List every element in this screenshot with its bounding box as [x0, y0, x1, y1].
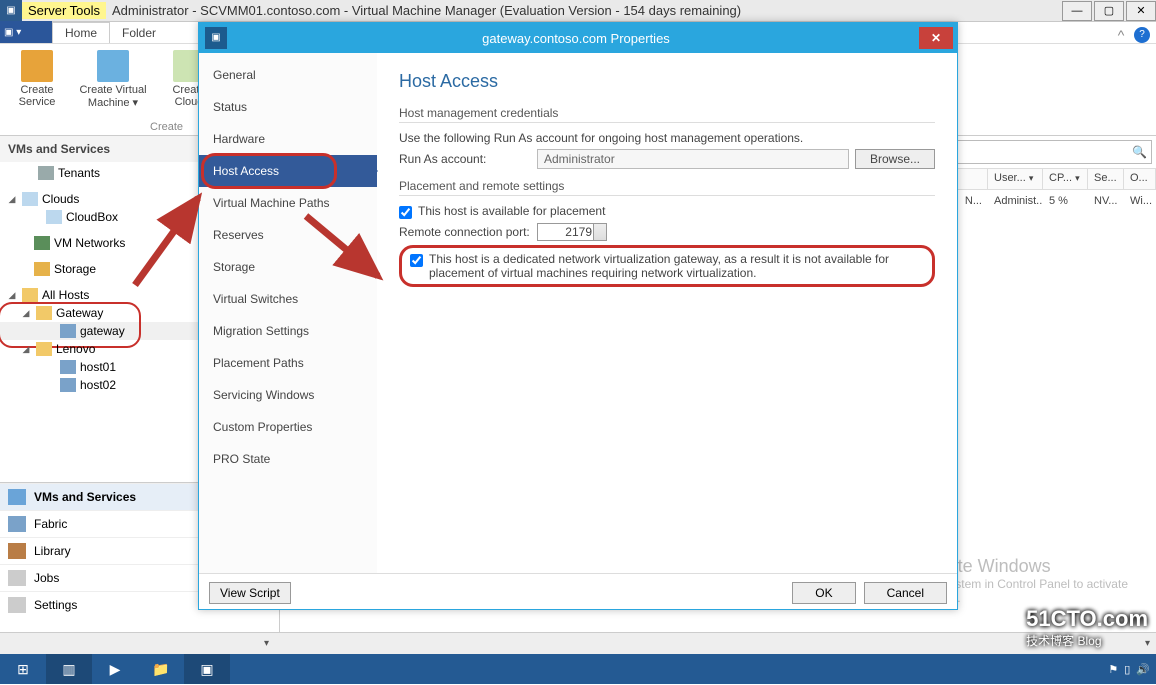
- folder-icon: [36, 306, 52, 320]
- nav-splitter-icon[interactable]: ▾: [264, 638, 269, 649]
- placement-checkbox[interactable]: [399, 206, 412, 219]
- server-tools-tag: Server Tools: [22, 2, 106, 19]
- dialog-icon: ▣: [205, 27, 227, 49]
- credentials-desc: Use the following Run As account for ong…: [399, 131, 935, 145]
- storage-icon: [34, 262, 50, 276]
- taskbar: ⊞ ▥ ▶ 📁 ▣ ⚑ ▯ 🔊: [0, 654, 1156, 684]
- network-icon: [34, 236, 50, 250]
- tab-folder[interactable]: Folder: [110, 23, 168, 43]
- start-button[interactable]: ⊞: [0, 654, 46, 684]
- task-servermgr[interactable]: ▥: [46, 654, 92, 684]
- task-powershell[interactable]: ▶: [92, 654, 138, 684]
- cancel-button[interactable]: Cancel: [864, 582, 947, 604]
- window-title: Administrator - SCVMM01.contoso.com - Vi…: [106, 3, 1060, 18]
- host-icon: [60, 360, 76, 374]
- col-os[interactable]: O...: [1124, 169, 1156, 189]
- app-icon: ▣: [0, 0, 22, 22]
- help-icon[interactable]: ?: [1134, 27, 1150, 43]
- dialog-title: gateway.contoso.com Properties: [233, 31, 919, 46]
- host-icon: [60, 378, 76, 392]
- dnav-reserves[interactable]: Reserves: [199, 219, 377, 251]
- dnav-placement-paths[interactable]: Placement Paths: [199, 347, 377, 379]
- settings-icon: [8, 597, 26, 613]
- site-watermark: 51CTO.com 技术博客 Blog: [1026, 606, 1148, 649]
- host-icon: [60, 324, 76, 338]
- search-icon: 🔍: [1132, 145, 1147, 159]
- properties-dialog: ▣ gateway.contoso.com Properties ✕ Gener…: [198, 22, 958, 610]
- expand-ribbon-icon[interactable]: ^: [1108, 27, 1134, 43]
- folder-icon: [22, 288, 38, 302]
- dnav-storage[interactable]: Storage: [199, 251, 377, 283]
- tray-network-icon[interactable]: ▯: [1124, 663, 1130, 676]
- dnav-general[interactable]: General: [199, 59, 377, 91]
- dnav-migration[interactable]: Migration Settings: [199, 315, 377, 347]
- dnav-servicing[interactable]: Servicing Windows: [199, 379, 377, 411]
- titlebar: ▣ Server Tools Administrator - SCVMM01.c…: [0, 0, 1156, 22]
- ribbon-group-label: Create: [150, 121, 183, 133]
- maximize-button[interactable]: ▢: [1094, 1, 1124, 21]
- tray-sound-icon[interactable]: 🔊: [1136, 663, 1150, 676]
- dnav-vswitches[interactable]: Virtual Switches: [199, 283, 377, 315]
- port-label: Remote connection port:: [399, 225, 537, 239]
- close-button[interactable]: ✕: [1126, 1, 1156, 21]
- vm-icon: [97, 50, 129, 82]
- dialog-content: Host Access Host management credentials …: [377, 53, 957, 573]
- section-placement: Placement and remote settings: [399, 179, 935, 196]
- gateway-checkbox-row[interactable]: This host is a dedicated network virtual…: [410, 252, 924, 280]
- gateway-checkbox[interactable]: [410, 254, 423, 267]
- task-explorer[interactable]: 📁: [138, 654, 184, 684]
- browse-button[interactable]: Browse...: [855, 149, 935, 169]
- quick-access[interactable]: ▣ ▾: [0, 21, 52, 43]
- fabric-icon: [8, 516, 26, 532]
- folder-icon: [36, 342, 52, 356]
- annotation-circle-gateway-checkbox: This host is a dedicated network virtual…: [399, 245, 935, 287]
- service-icon: [21, 50, 53, 82]
- statusbar: ▾ ▾: [0, 632, 1156, 654]
- tray-flag-icon[interactable]: ⚑: [1108, 663, 1118, 676]
- dnav-status[interactable]: Status: [199, 91, 377, 123]
- dnav-host-access[interactable]: Host Access: [199, 155, 377, 187]
- systray[interactable]: ⚑ ▯ 🔊: [1108, 663, 1156, 676]
- port-spinner[interactable]: 2179: [537, 223, 607, 241]
- dialog-nav: General Status Hardware Host Access Virt…: [199, 53, 377, 573]
- runas-input[interactable]: Administrator: [537, 149, 849, 169]
- library-icon: [8, 543, 26, 559]
- create-vm-button[interactable]: Create Virtual Machine ▾: [70, 48, 156, 135]
- dialog-titlebar: ▣ gateway.contoso.com Properties ✕: [199, 23, 957, 53]
- gateway-checkbox-label: This host is a dedicated network virtual…: [429, 252, 924, 280]
- minimize-button[interactable]: —: [1062, 1, 1092, 21]
- col-user[interactable]: User... ▾: [988, 169, 1043, 189]
- col-service[interactable]: Se...: [1088, 169, 1124, 189]
- runas-label: Run As account:: [399, 152, 537, 166]
- task-vmm[interactable]: ▣: [184, 654, 230, 684]
- tenants-icon: [38, 166, 54, 180]
- dialog-footer: View Script OK Cancel: [199, 573, 957, 611]
- section-credentials: Host management credentials: [399, 106, 935, 123]
- dnav-pro-state[interactable]: PRO State: [199, 443, 377, 475]
- vms-icon: [8, 489, 26, 505]
- cloud-icon: [22, 192, 38, 206]
- cloud-icon: [46, 210, 62, 224]
- jobs-icon: [8, 570, 26, 586]
- dialog-close-button[interactable]: ✕: [919, 27, 953, 49]
- content-heading: Host Access: [399, 71, 935, 92]
- create-service-button[interactable]: Create Service: [4, 48, 70, 135]
- dnav-hardware[interactable]: Hardware: [199, 123, 377, 155]
- placement-checkbox-label: This host is available for placement: [418, 204, 605, 218]
- dnav-custom-props[interactable]: Custom Properties: [199, 411, 377, 443]
- placement-checkbox-row[interactable]: This host is available for placement: [399, 204, 935, 219]
- col-cpu[interactable]: CP... ▾: [1043, 169, 1088, 189]
- dnav-vm-paths[interactable]: Virtual Machine Paths: [199, 187, 377, 219]
- ok-button[interactable]: OK: [792, 582, 855, 604]
- tab-home[interactable]: Home: [52, 22, 110, 43]
- view-script-button[interactable]: View Script: [209, 582, 291, 604]
